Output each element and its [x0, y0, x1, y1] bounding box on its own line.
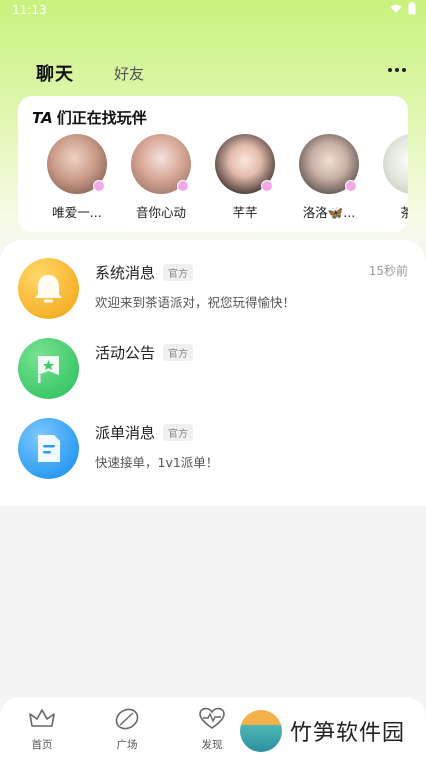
list-item[interactable]: 派单消息 官方 快速接单，1v1派单！	[0, 418, 426, 498]
message-title: 派单消息 官方	[95, 422, 194, 443]
tab-friends[interactable]: 好友	[114, 63, 144, 84]
finder-user[interactable]: 茶语	[372, 134, 408, 221]
message-preview: 欢迎来到茶语派对，祝您玩得愉快！	[95, 295, 296, 310]
finder-card: TA们正在找玩伴 唯爱一... 音你心动 芊芊 洛洛🦋... 茶语	[18, 96, 408, 232]
tab-chat[interactable]: 聊天	[36, 60, 80, 86]
finder-user[interactable]: 音你心动	[120, 134, 202, 221]
nav-label: 首页	[31, 739, 53, 751]
finder-user[interactable]: 洛洛🦋...	[288, 134, 370, 221]
avatar	[383, 134, 408, 194]
finder-title-text: 们正在找玩伴	[56, 109, 147, 127]
message-title: 活动公告 官方	[95, 342, 194, 363]
voice-badge-icon	[93, 180, 105, 192]
message-title-text: 活动公告	[95, 344, 156, 362]
finder-avatar-list: 唯爱一... 音你心动 芊芊 洛洛🦋... 茶语	[36, 134, 408, 226]
avatar	[131, 134, 191, 194]
voice-badge-icon	[261, 180, 273, 192]
watermark-logo	[240, 710, 282, 752]
official-badge: 官方	[163, 424, 194, 441]
finder-title-prefix: TA	[32, 109, 53, 127]
voice-badge-icon	[177, 180, 189, 192]
nav-label: 广场	[116, 739, 138, 751]
more-dots-icon[interactable]	[388, 68, 406, 72]
official-badge: 官方	[163, 264, 194, 281]
message-list: 系统消息 官方 欢迎来到茶语派对，祝您玩得愉快！ 15秒前 活动公告 官方 派单…	[0, 240, 426, 506]
crown-icon	[29, 709, 55, 727]
nav-label: 发现	[201, 739, 223, 751]
list-item[interactable]: 活动公告 官方	[0, 338, 426, 418]
watermark-text: 竹笋软件园	[290, 721, 406, 746]
leaf-icon	[115, 708, 139, 730]
message-preview: 快速接单，1v1派单！	[95, 455, 219, 470]
message-title: 系统消息 官方	[95, 262, 194, 283]
official-badge: 官方	[163, 344, 194, 361]
wifi-icon	[390, 4, 402, 13]
finder-user[interactable]: 唯爱一...	[36, 134, 118, 221]
avatar	[215, 134, 275, 194]
status-time: 11:13	[12, 3, 47, 17]
nav-item-discover[interactable]: 发现	[182, 707, 242, 752]
chat-tabs: 聊天 好友	[36, 60, 144, 86]
finder-user-name: 唯爱一...	[52, 205, 102, 220]
nav-item-plaza[interactable]: 广场	[97, 707, 157, 752]
tab-friends-label: 好友	[114, 65, 145, 83]
finder-user[interactable]: 芊芊	[204, 134, 286, 221]
nav-item-home[interactable]: 首页	[12, 707, 72, 752]
document-icon	[18, 418, 79, 479]
list-item[interactable]: 系统消息 官方 欢迎来到茶语派对，祝您玩得愉快！ 15秒前	[0, 258, 426, 338]
finder-title: TA 们正在找玩伴	[32, 107, 147, 128]
watermark: 竹笋软件园	[240, 710, 405, 752]
message-title-text: 派单消息	[95, 424, 156, 442]
bell-icon	[18, 258, 79, 319]
finder-user-name: 音你心动	[135, 205, 186, 220]
avatar	[299, 134, 359, 194]
finder-user-name: 芊芊	[232, 205, 258, 220]
heart-pulse-icon	[199, 707, 225, 729]
finder-user-name: 茶语	[400, 205, 408, 220]
status-icons	[390, 2, 416, 15]
flag-icon	[18, 338, 79, 399]
message-title-text: 系统消息	[95, 264, 156, 282]
voice-badge-icon	[345, 180, 357, 192]
message-time: 15秒前	[368, 264, 408, 278]
tab-chat-label: 聊天	[36, 64, 74, 85]
avatar	[47, 134, 107, 194]
finder-user-name: 洛洛🦋...	[302, 205, 356, 220]
status-bar: 11:13	[0, 0, 426, 20]
battery-icon	[408, 2, 416, 15]
